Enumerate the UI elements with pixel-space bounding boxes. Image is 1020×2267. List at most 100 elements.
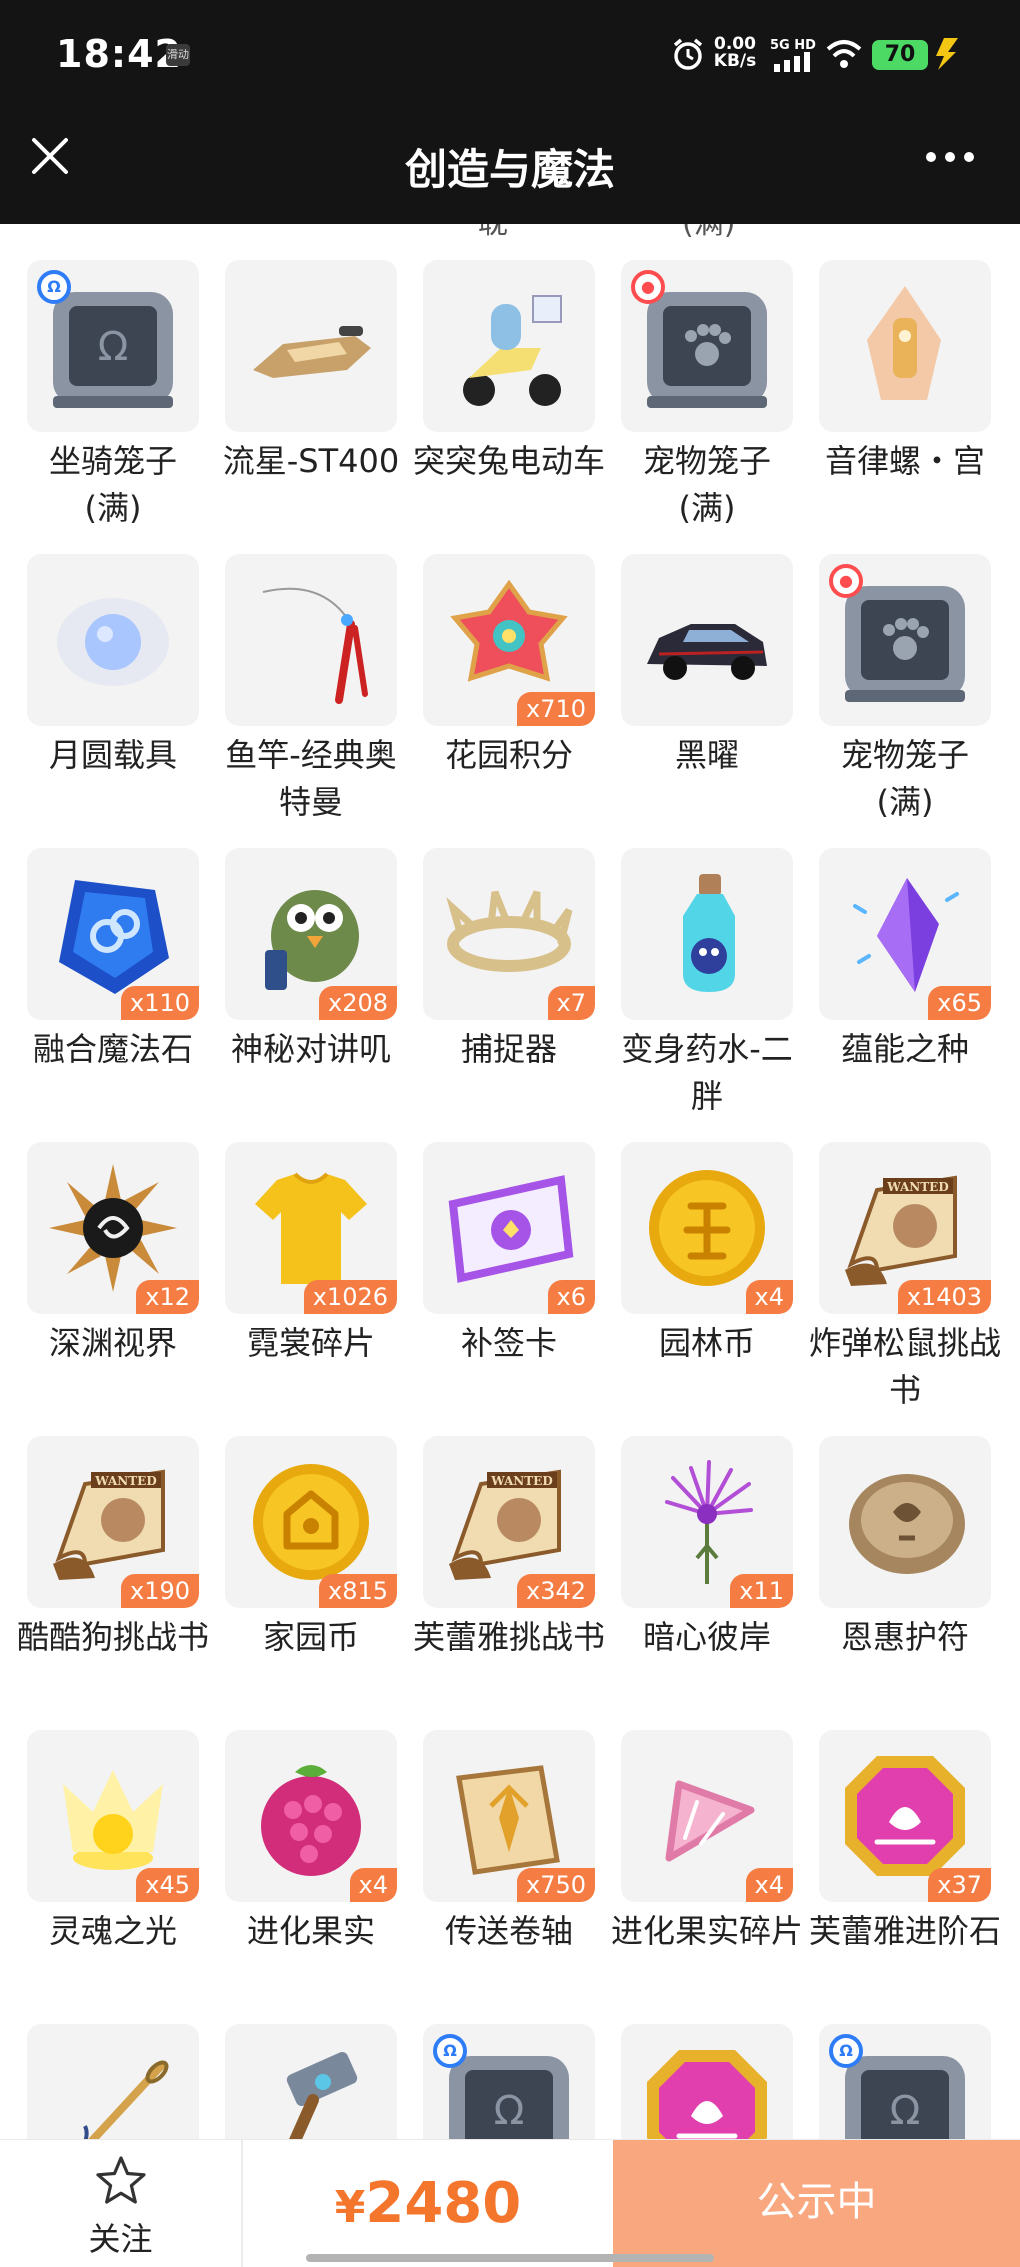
inventory-item[interactable]: x45 灵魂之光 [27, 1730, 199, 2024]
inventory-item[interactable]: ● 宠物笼子 (满) [819, 554, 991, 848]
item-thumbnail[interactable] [621, 554, 793, 726]
inventory-item[interactable]: x4 进化果实碎片 [611, 1730, 803, 2024]
flower-token-icon [450, 579, 568, 682]
item-name: 宠物笼子 (满) [642, 442, 771, 527]
nav-bar: 创造与魔法 [0, 110, 1020, 224]
inventory-item[interactable]: x7 捕捉器 [423, 848, 595, 1142]
inventory-item[interactable]: 恩惠护符 [819, 1436, 991, 1730]
item-thumbnail[interactable]: x4 [621, 1730, 793, 1902]
item-thumbnail[interactable]: x750 [423, 1730, 595, 1902]
item-thumbnail[interactable]: ΩΩ [819, 2024, 991, 2139]
inventory-item[interactable]: 突突兔电动车 [413, 260, 605, 554]
public-notice-button[interactable]: 公示中 [613, 2140, 1020, 2267]
svg-text:WANTED: WANTED [886, 1180, 948, 1194]
inventory-item[interactable] [27, 2024, 199, 2139]
item-thumbnail[interactable]: x45 [27, 1730, 199, 1902]
quantity-badge: x6 [547, 1280, 595, 1314]
quantity-badge: x65 [928, 986, 991, 1020]
item-thumbnail[interactable]: x815 [225, 1436, 397, 1608]
item-thumbnail[interactable] [225, 260, 397, 432]
quantity-badge: x4 [745, 1280, 793, 1314]
inventory-item[interactable]: ● 宠物笼子 (满) [621, 260, 793, 554]
inventory-item[interactable]: x4 园林币 [621, 1142, 793, 1436]
spider-lily-icon [665, 1460, 753, 1584]
inventory-item[interactable]: x208 神秘对讲叽 [225, 848, 397, 1142]
svg-text:Ω: Ω [494, 2088, 525, 2134]
item-thumbnail[interactable]: WANTED x1403 [819, 1142, 991, 1314]
inventory-item[interactable]: 鱼竿-经典奥特曼 [225, 554, 397, 848]
item-thumbnail[interactable]: WANTED x342 [423, 1436, 595, 1608]
item-thumbnail[interactable] [621, 2024, 793, 2139]
inventory-item[interactable]: x110 融合魔法石 [27, 848, 199, 1142]
item-thumbnail[interactable] [423, 260, 595, 432]
item-thumbnail[interactable]: x710 [423, 554, 595, 726]
item-thumbnail[interactable]: x110 [27, 848, 199, 1020]
follow-button[interactable]: 关注 [0, 2140, 243, 2267]
inventory-item[interactable]: WANTED x1403 炸弹松鼠挑战书 [809, 1142, 1001, 1436]
potion-icon [683, 874, 735, 992]
item-thumbnail[interactable]: x4 [225, 1730, 397, 1902]
battery-indicator: 70 [872, 40, 928, 70]
item-name: 流星-ST400 [222, 442, 400, 480]
inventory-item[interactable]: x710 花园积分 [423, 554, 595, 848]
status-time: 18:42 [56, 32, 182, 76]
inventory-item[interactable]: ΩΩ [423, 2024, 595, 2139]
more-options-icon[interactable] [920, 136, 980, 176]
item-thumbnail[interactable]: ● [819, 554, 991, 726]
item-thumbnail[interactable]: x1026 [225, 1142, 397, 1314]
item-thumbnail[interactable]: x208 [225, 848, 397, 1020]
item-thumbnail[interactable]: ● [621, 260, 793, 432]
item-thumbnail[interactable] [225, 554, 397, 726]
item-thumbnail[interactable] [27, 2024, 199, 2139]
inventory-item[interactable]: x65 蕴能之种 [819, 848, 991, 1142]
item-list[interactable]: 耽 (满) ΩΩ坐骑笼子 (满)流星-ST400突突兔电动车●宠物笼子 (满)音… [0, 224, 1020, 2139]
item-thumbnail[interactable] [621, 848, 793, 1020]
item-grid: Ω Ω 坐骑笼子 (满) 流星-ST400 突突兔电动车 ● 宠物笼子 (满) 音律螺・宫月圆… [17, 260, 1007, 2139]
inventory-item[interactable]: WANTED x190 酷酷狗挑战书 [17, 1436, 209, 1730]
item-thumbnail[interactable] [27, 554, 199, 726]
inventory-item[interactable]: x6 补签卡 [423, 1142, 595, 1436]
inventory-item[interactable]: x815 家园币 [225, 1436, 397, 1730]
thorn-crown-icon [446, 890, 573, 972]
inventory-item[interactable]: x12 深渊视界 [27, 1142, 199, 1436]
inventory-item[interactable] [225, 2024, 397, 2139]
item-thumbnail[interactable] [819, 1436, 991, 1608]
inventory-item[interactable]: Ω Ω 坐骑笼子 (满) [27, 260, 199, 554]
car-icon [647, 624, 767, 680]
item-thumbnail[interactable]: x11 [621, 1436, 793, 1608]
inventory-item[interactable]: x1026 霓裳碎片 [225, 1142, 397, 1436]
item-name: 神秘对讲叽 [230, 1030, 391, 1068]
home-indicator[interactable] [306, 2254, 714, 2262]
item-name: 坐骑笼子 (满) [48, 442, 177, 527]
item-thumbnail[interactable] [819, 260, 991, 432]
item-thumbnail[interactable]: ΩΩ [423, 2024, 595, 2139]
inventory-item[interactable]: WANTED x342 芙蕾雅挑战书 [413, 1436, 605, 1730]
inventory-item[interactable]: 流星-ST400 [223, 260, 399, 554]
quantity-badge: x4 [745, 1868, 793, 1902]
network-type: 5G HD [770, 38, 816, 53]
wanted-scroll-icon: WANTED [53, 1469, 165, 1580]
inventory-item[interactable]: 变身药水-二胖 [621, 848, 793, 1142]
inventory-item[interactable]: x4 进化果实 [225, 1730, 397, 2024]
inventory-item[interactable]: x750 传送卷轴 [423, 1730, 595, 2024]
item-thumbnail[interactable]: x37 [819, 1730, 991, 1902]
item-thumbnail[interactable]: x7 [423, 848, 595, 1020]
item-thumbnail[interactable]: WANTED x190 [27, 1436, 199, 1608]
item-thumbnail[interactable]: ΩΩ [27, 260, 199, 432]
item-thumbnail[interactable]: x12 [27, 1142, 199, 1314]
inventory-item[interactable]: 音律螺・宫 [819, 260, 991, 554]
item-thumbnail[interactable]: x65 [819, 848, 991, 1020]
inventory-item[interactable] [621, 2024, 793, 2139]
item-name: 突突兔电动车 [412, 442, 605, 480]
item-thumbnail[interactable]: x6 [423, 1142, 595, 1314]
inventory-item[interactable]: 月圆载具 [27, 554, 199, 848]
conch-icon [867, 286, 941, 400]
item-thumbnail[interactable] [225, 2024, 397, 2139]
inventory-item[interactable]: x11 暗心彼岸 [621, 1436, 793, 1730]
inventory-item[interactable]: 黑曜 [621, 554, 793, 848]
inventory-item[interactable]: x37 芙蕾雅进阶石 [809, 1730, 1001, 2024]
item-thumbnail[interactable]: x4 [621, 1142, 793, 1314]
pet-badge-icon: ● [631, 270, 665, 304]
teleport-scroll-icon [456, 1765, 560, 1875]
inventory-item[interactable]: ΩΩ [819, 2024, 991, 2139]
